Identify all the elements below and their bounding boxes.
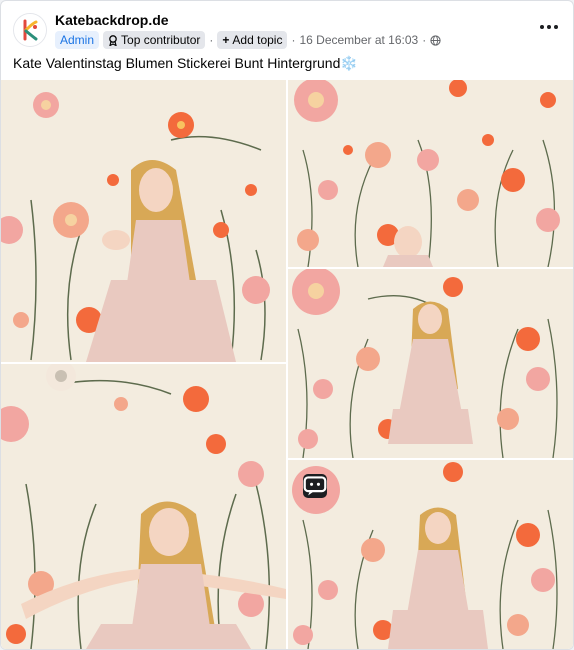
post-timestamp[interactable]: 16 December at 16:03 <box>299 33 418 47</box>
meta-separator: · <box>291 33 296 47</box>
add-topic-label: Add topic <box>232 33 283 47</box>
photo-girl-blowing-kiss <box>1 80 286 362</box>
globe-icon[interactable] <box>430 34 441 46</box>
katebackdrop-logo <box>14 14 46 46</box>
page-name-link[interactable]: Katebackdrop.de <box>55 12 169 28</box>
post-meta: Admin Top contributor · + Add topic · 16… <box>55 31 441 49</box>
photo-3[interactable] <box>288 269 573 458</box>
plus-icon: + <box>222 33 230 47</box>
add-topic-button[interactable]: + Add topic <box>217 31 288 49</box>
page-avatar[interactable] <box>13 13 47 47</box>
top-contributor-badge[interactable]: Top contributor <box>103 31 206 49</box>
post-card: Katebackdrop.de Admin Top contributor · … <box>0 0 574 650</box>
award-icon <box>109 34 117 46</box>
photo-girl-full-length <box>288 460 573 649</box>
more-options-icon[interactable] <box>537 21 561 33</box>
photo-grid <box>1 80 573 649</box>
admin-badge: Admin <box>55 31 100 49</box>
top-contributor-label: Top contributor <box>121 33 201 47</box>
photo-4[interactable] <box>1 364 286 649</box>
photo-girl-arms-outstretched <box>1 364 286 649</box>
meta-separator: · <box>209 33 214 47</box>
photo-1[interactable] <box>1 80 286 362</box>
photo-girl-standing <box>288 269 573 458</box>
post-text: Kate Valentinstag Blumen Stickerei Bunt … <box>13 55 358 71</box>
meta-separator: · <box>422 33 427 47</box>
photo-backdrop-small-child <box>288 80 573 267</box>
chat-icon[interactable] <box>303 474 327 498</box>
photo-2[interactable] <box>288 80 573 267</box>
post-header: Katebackdrop.de Admin Top contributor · … <box>13 11 561 49</box>
chat-bubble-icon <box>303 476 327 496</box>
photo-5[interactable] <box>288 460 573 649</box>
